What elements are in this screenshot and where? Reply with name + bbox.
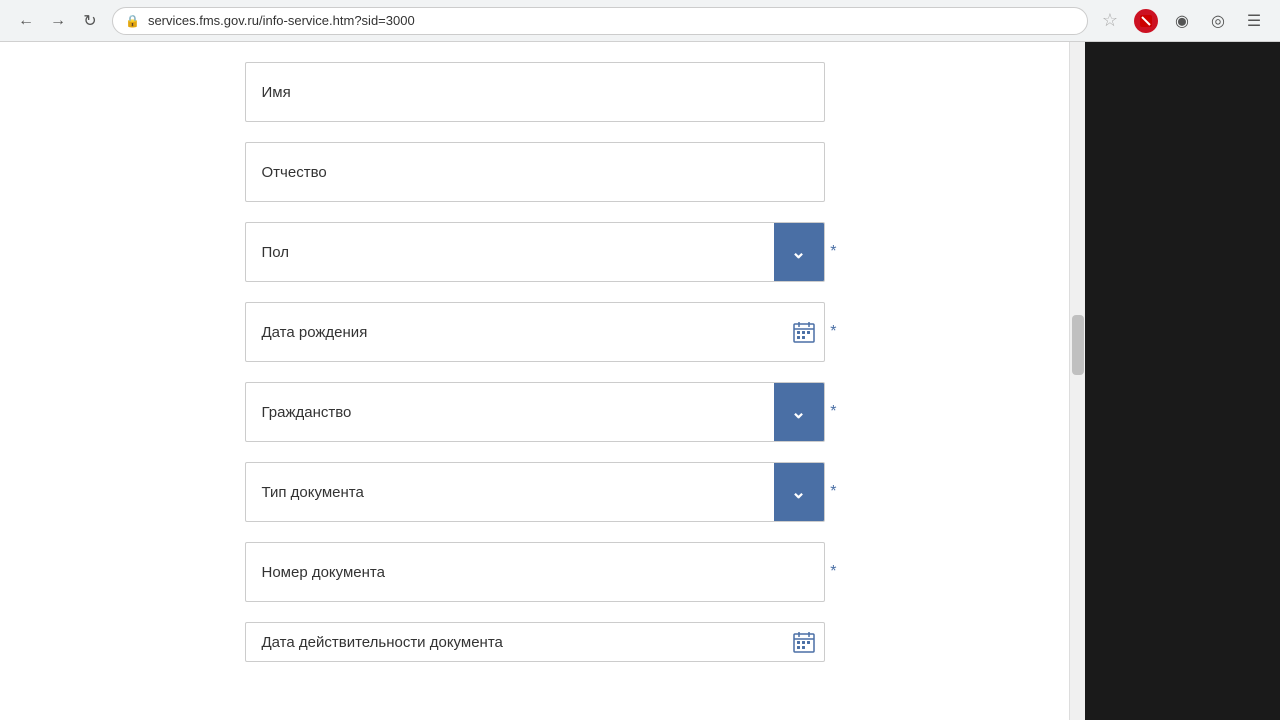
right-panel (1085, 42, 1280, 720)
calendar-icon (793, 321, 815, 343)
calendar-validity-button[interactable] (784, 623, 824, 661)
opera-icon (1134, 9, 1158, 33)
grazhdanstvo-select-display[interactable]: Гражданство ⌄ (245, 382, 825, 442)
chevron-down-icon: ⌄ (791, 402, 806, 423)
forward-button[interactable]: → (44, 7, 72, 35)
browser-actions: ☆ ◉ ◎ ☰ (1096, 7, 1268, 35)
bookmark-button[interactable]: ☆ (1096, 7, 1124, 35)
nomer-dokumenta-input[interactable] (245, 542, 825, 602)
lock-icon: 🔒 (125, 14, 140, 28)
tip-dokumenta-select-label: Тип документа (246, 484, 774, 501)
pol-select-wrapper: Пол ⌄ (245, 222, 825, 282)
field-imya (245, 62, 825, 122)
pol-dropdown-button[interactable]: ⌄ (774, 223, 824, 281)
scrollbar[interactable] (1069, 42, 1085, 720)
tip-dokumenta-dropdown-button[interactable]: ⌄ (774, 463, 824, 521)
calendar-validity-icon (793, 631, 815, 653)
tip-dokumenta-select-display[interactable]: Тип документа ⌄ (245, 462, 825, 522)
address-bar[interactable]: 🔒 services.fms.gov.ru/info-service.htm?s… (112, 7, 1088, 35)
grazhdanstvo-select-wrapper: Гражданство ⌄ (245, 382, 825, 442)
chevron-down-icon: ⌄ (791, 482, 806, 503)
field-tip-dokumenta: Тип документа ⌄ (245, 462, 825, 522)
scrollbar-thumb[interactable] (1072, 315, 1084, 375)
reload-button[interactable]: ↻ (76, 7, 104, 35)
field-data-rozhdeniya: Дата рождения (245, 302, 825, 362)
field-grazhdanstvo: Гражданство ⌄ (245, 382, 825, 442)
chevron-down-icon: ⌄ (791, 242, 806, 263)
tip-dokumenta-select-wrapper: Тип документа ⌄ (245, 462, 825, 522)
grazhdanstvo-dropdown-button[interactable]: ⌄ (774, 383, 824, 441)
date-birth-wrapper: Дата рождения (245, 302, 825, 362)
pol-select-label: Пол (246, 244, 774, 261)
date-validity-label: Дата действительности документа (246, 634, 784, 651)
date-birth-label: Дата рождения (246, 324, 784, 341)
calendar-button[interactable] (784, 303, 824, 361)
field-nomer-dokumenta (245, 542, 825, 602)
otchestvo-input[interactable] (245, 142, 825, 202)
field-data-deystvitelnosti: Дата действительности документа (245, 622, 825, 662)
date-validity-wrapper: Дата действительности документа (245, 622, 825, 662)
pol-select-display[interactable]: Пол ⌄ (245, 222, 825, 282)
back-button[interactable]: ← (12, 7, 40, 35)
page-content: Пол ⌄ Дата рождения (0, 42, 1280, 720)
date-validity-display[interactable]: Дата действительности документа (245, 622, 825, 662)
grazhdanstvo-select-label: Гражданство (246, 404, 774, 421)
date-birth-display[interactable]: Дата рождения (245, 302, 825, 362)
url-text: services.fms.gov.ru/info-service.htm?sid… (148, 13, 415, 28)
field-otchestvo (245, 142, 825, 202)
menu-button[interactable]: ☰ (1240, 7, 1268, 35)
browser-chrome: ← → ↻ 🔒 services.fms.gov.ru/info-service… (0, 0, 1280, 42)
imya-input[interactable] (245, 62, 825, 122)
main-content: Пол ⌄ Дата рождения (0, 42, 1069, 720)
field-pol: Пол ⌄ (245, 222, 825, 282)
account-button[interactable]: ◎ (1204, 7, 1232, 35)
opera-button[interactable] (1132, 7, 1160, 35)
extensions-button[interactable]: ◉ (1168, 7, 1196, 35)
nav-buttons: ← → ↻ (12, 7, 104, 35)
form-container: Пол ⌄ Дата рождения (225, 62, 845, 662)
